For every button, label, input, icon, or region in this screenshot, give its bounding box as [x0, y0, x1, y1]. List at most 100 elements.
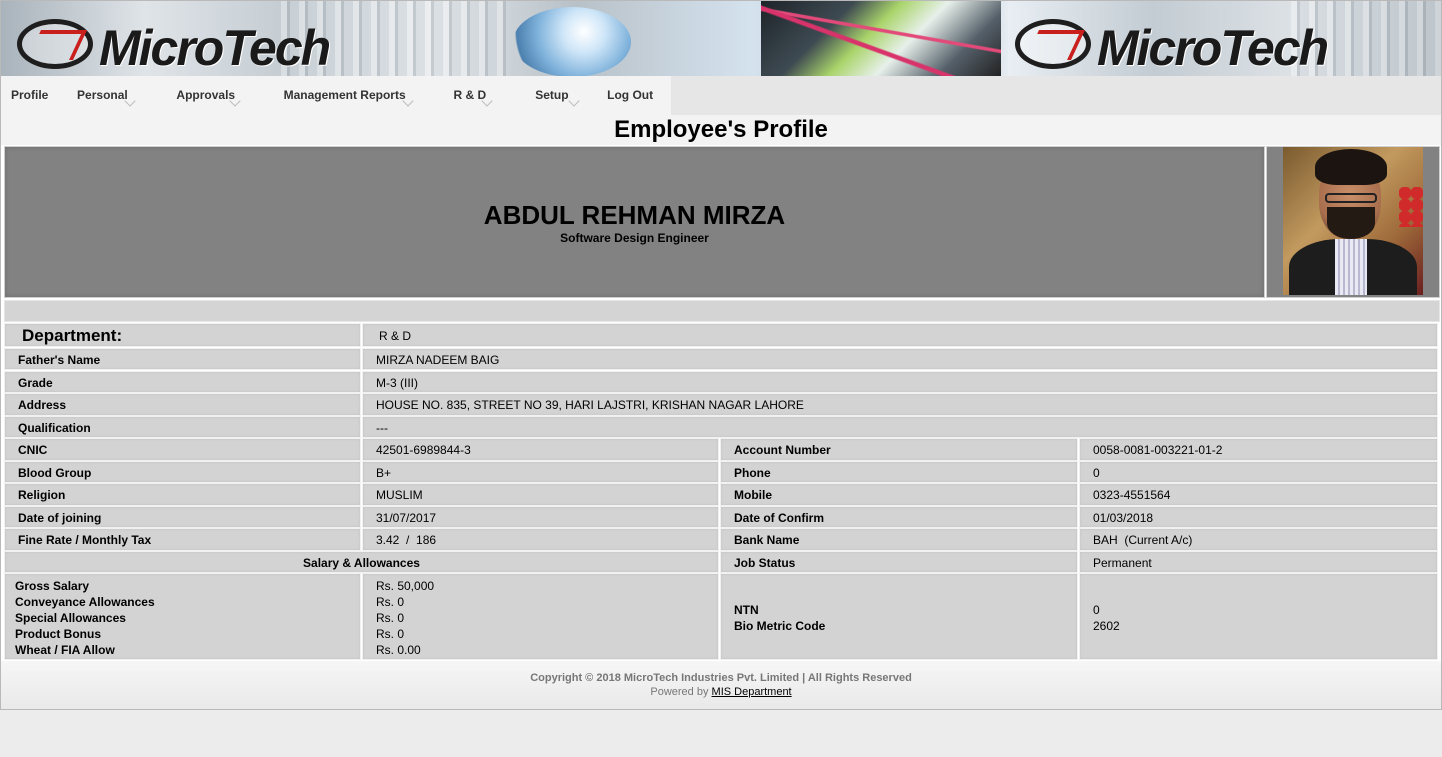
date-of-joining-value: 31/07/2017 [362, 506, 719, 528]
department-value: R & D [362, 323, 1438, 347]
globe-image [513, 7, 631, 76]
footer: Copyright © 2018 MicroTech Industries Pv… [1, 661, 1441, 709]
account-number-value: 0058-0081-003221-01-2 [1079, 438, 1438, 461]
table-row: Fine Rate / Monthly Tax 3.42 / 186 Bank … [1, 528, 1441, 551]
conveyance-allowances-value: Rs. 0 [376, 595, 405, 609]
menu-item-setup[interactable]: Setup [525, 76, 597, 115]
main-menu: Profile Personal Approvals Management Re… [1, 76, 671, 115]
powered-by: Powered by MIS Department [1, 686, 1441, 698]
mis-department-link[interactable]: MIS Department [712, 686, 792, 698]
fine-rate-value: 3.42 / 186 [362, 528, 719, 551]
menu-bar: Profile Personal Approvals Management Re… [1, 76, 1441, 115]
address-label: Address [4, 393, 361, 416]
ntn-label: NTN [734, 603, 759, 617]
circuit-image [761, 1, 1001, 76]
phone-value: 0 [1079, 461, 1438, 483]
logo-mark-icon [1015, 19, 1091, 69]
phone-label: Phone [720, 461, 1078, 483]
date-of-joining-label: Date of joining [4, 506, 361, 528]
photo-detail [1325, 193, 1377, 203]
qualification-value: --- [362, 416, 1438, 438]
salary-values: Rs. 50,000 Rs. 0 Rs. 0 Rs. 0 Rs. 0.00 [362, 573, 719, 660]
menu-item-label: Personal [77, 88, 128, 102]
menu-item-personal[interactable]: Personal [67, 76, 166, 115]
mobile-value: 0323-4551564 [1079, 483, 1438, 506]
separator-row [4, 300, 1440, 322]
table-row: Religion MUSLIM Mobile 0323-4551564 [1, 483, 1441, 506]
page-frame: MicroTech MicroTech Profile Personal App… [0, 0, 1442, 710]
menu-item-label: Profile [11, 88, 49, 102]
job-status-label: Job Status [720, 551, 1078, 573]
fine-rate-label: Fine Rate / Monthly Tax [4, 528, 361, 551]
page-title: Employee's Profile [1, 115, 1441, 145]
menu-item-r-and-d[interactable]: R & D [443, 76, 525, 115]
table-row: Date of joining 31/07/2017 Date of Confi… [1, 506, 1441, 528]
menu-item-label: Log Out [607, 88, 654, 102]
powered-by-prefix: Powered by [650, 686, 709, 698]
employee-designation: Software Design Engineer [560, 231, 709, 245]
employee-name: ABDUL REHMAN MIRZA [483, 200, 786, 230]
table-row: Gross Salary Conveyance Allowances Speci… [1, 573, 1441, 660]
photo-detail [1327, 207, 1375, 239]
photo-detail [1335, 239, 1367, 295]
menu-item-approvals[interactable]: Approvals [166, 76, 273, 115]
blood-group-label: Blood Group [4, 461, 361, 483]
table-row: Qualification --- [1, 416, 1441, 438]
cnic-label: CNIC [4, 438, 361, 461]
menu-item-label: Approvals [176, 88, 236, 102]
bank-name-value: BAH (Current A/c) [1079, 528, 1438, 551]
account-number-label: Account Number [720, 438, 1078, 461]
table-row: Blood Group B+ Phone 0 [1, 461, 1441, 483]
chevron-down-icon [568, 95, 580, 107]
fathers-name-label: Father's Name [4, 348, 361, 370]
gross-salary-value: Rs. 50,000 [376, 579, 435, 593]
fathers-name-value: MIRZA NADEEM BAIG [362, 348, 1438, 370]
logo-mark-icon [17, 19, 93, 69]
gross-salary-label: Gross Salary [15, 579, 90, 593]
salary-allowances-heading: Salary & Allowances [4, 551, 719, 573]
blood-group-value: B+ [362, 461, 719, 483]
salary-labels: Gross Salary Conveyance Allowances Speci… [4, 573, 361, 660]
religion-value: MUSLIM [362, 483, 719, 506]
grade-label: Grade [4, 371, 361, 393]
logo-text: MicroTech [1097, 20, 1329, 76]
product-bonus-value: Rs. 0 [376, 627, 405, 641]
date-of-confirm-value: 01/03/2018 [1079, 506, 1438, 528]
table-row: CNIC 42501-6989844-3 Account Number 0058… [1, 438, 1441, 461]
qualification-label: Qualification [4, 416, 361, 438]
table-row: Address HOUSE NO. 835, STREET NO 39, HAR… [1, 393, 1441, 416]
bank-name-label: Bank Name [720, 528, 1078, 551]
mobile-label: Mobile [720, 483, 1078, 506]
cnic-value: 42501-6989844-3 [362, 438, 719, 461]
wheat-fia-allow-value: Rs. 0.00 [376, 643, 421, 657]
table-row: Department: R & D [1, 323, 1441, 347]
menu-item-profile[interactable]: Profile [1, 76, 67, 115]
tax-values: 0 2602 [1079, 573, 1438, 660]
employee-photo-cell [1266, 146, 1440, 298]
photo-detail [1315, 149, 1387, 185]
table-row: Grade M-3 (III) [1, 371, 1441, 393]
menu-item-label: Management Reports [283, 88, 406, 102]
tax-labels: NTN Bio Metric Code [720, 573, 1078, 660]
job-status-value: Permanent [1079, 551, 1438, 573]
logo-text: MicroTech [99, 20, 331, 76]
employee-name-card: ABDUL REHMAN MIRZA Software Design Engin… [4, 146, 1265, 298]
grade-value: M-3 (III) [362, 371, 1438, 393]
bio-metric-code-label: Bio Metric Code [734, 619, 826, 633]
bio-metric-code-value: 2602 [1093, 619, 1120, 633]
ntn-value: 0 [1093, 603, 1100, 617]
menu-item-logout[interactable]: Log Out [597, 76, 671, 115]
header-banner: MicroTech MicroTech [1, 1, 1441, 76]
wheat-fia-allow-label: Wheat / FIA Allow [15, 643, 115, 657]
special-allowances-label: Special Allowances [15, 611, 126, 625]
avatar [1283, 147, 1423, 295]
menu-item-management-reports[interactable]: Management Reports [274, 76, 444, 115]
special-allowances-value: Rs. 0 [376, 611, 405, 625]
copyright-text: Copyright © 2018 MicroTech Industries Pv… [530, 672, 912, 684]
table-row: Salary & Allowances Job Status Permanent [1, 551, 1441, 573]
menu-item-label: Setup [535, 88, 569, 102]
photo-detail [1399, 187, 1423, 227]
chevron-down-icon [481, 95, 494, 107]
table-row: Father's Name MIRZA NADEEM BAIG [1, 348, 1441, 370]
address-value: HOUSE NO. 835, STREET NO 39, HARI LAJSTR… [362, 393, 1438, 416]
